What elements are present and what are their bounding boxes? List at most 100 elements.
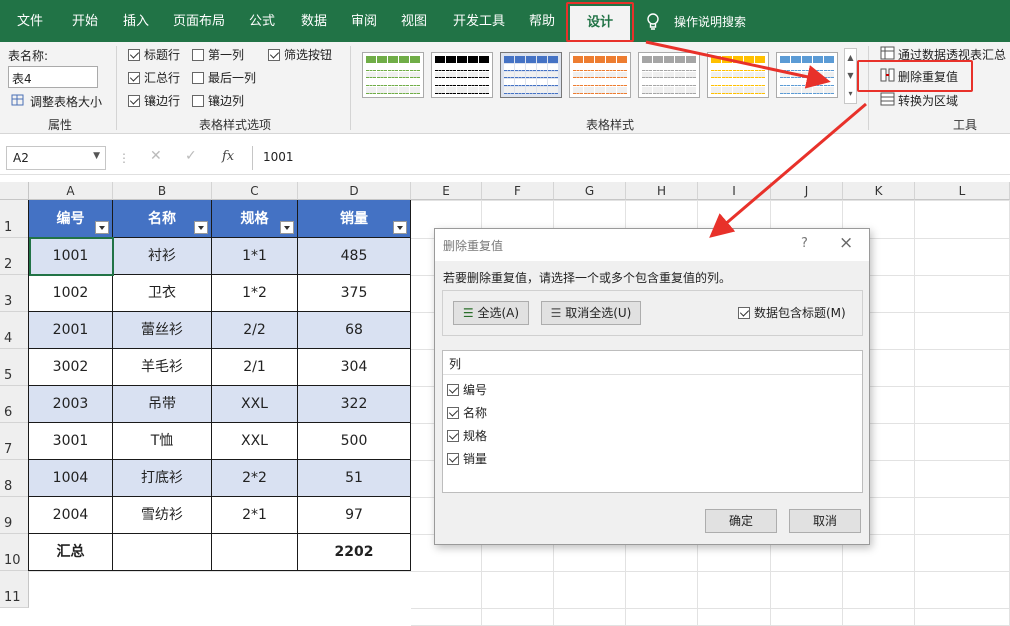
option-total-row[interactable]: 汇总行	[128, 69, 180, 86]
table-header-cell[interactable]: 销量	[298, 200, 411, 238]
unselect-all-button[interactable]: ☰ 取消全选(U)	[541, 301, 641, 325]
option-banded-rows[interactable]: 镶边行	[128, 92, 180, 109]
filter-dropdown-icon[interactable]	[194, 221, 208, 234]
tab-developer[interactable]: 开发工具	[446, 0, 512, 42]
column-header[interactable]: A	[29, 182, 113, 200]
column-header[interactable]: C	[212, 182, 298, 200]
column-checkbox[interactable]	[447, 406, 459, 419]
row-header[interactable]: 10	[0, 534, 29, 571]
tab-home[interactable]: 开始	[62, 0, 108, 42]
gallery-scroll[interactable]: ▲ ▼ ▾	[844, 48, 857, 104]
table-header-cell[interactable]: 规格	[212, 200, 298, 238]
row-header[interactable]: 9	[0, 497, 29, 534]
table-cell[interactable]: 2*1	[212, 497, 298, 534]
table-cell[interactable]: 322	[298, 386, 411, 423]
column-header[interactable]: B	[113, 182, 212, 200]
table-cell[interactable]: 51	[298, 460, 411, 497]
tab-data[interactable]: 数据	[292, 0, 336, 42]
column-header[interactable]: L	[915, 182, 1010, 200]
tab-insert[interactable]: 插入	[114, 0, 158, 42]
column-checkbox[interactable]	[447, 429, 459, 442]
formula-input[interactable]: 1001	[252, 146, 1010, 170]
table-cell[interactable]: 485	[298, 238, 411, 275]
row-header[interactable]: 3	[0, 275, 29, 312]
table-cell[interactable]: 吊带	[113, 386, 212, 423]
table-name-input[interactable]: 表4	[8, 66, 98, 88]
table-cell[interactable]: XXL	[212, 386, 298, 423]
column-header[interactable]: F	[482, 182, 554, 200]
table-style-swatch[interactable]	[431, 52, 493, 98]
table-cell[interactable]: 2001	[29, 312, 113, 349]
table-header-cell[interactable]: 编号	[29, 200, 113, 238]
column-header[interactable]: J	[771, 182, 843, 200]
row-header[interactable]: 1	[0, 200, 29, 238]
table-style-swatch[interactable]	[362, 52, 424, 98]
row-header[interactable]: 6	[0, 386, 29, 423]
option-filter-button[interactable]: 筛选按钮	[268, 46, 332, 63]
tab-formulas[interactable]: 公式	[240, 0, 284, 42]
filter-dropdown-icon[interactable]	[280, 221, 294, 234]
table-cell[interactable]: T恤	[113, 423, 212, 460]
table-cell[interactable]	[212, 534, 298, 571]
column-header[interactable]: G	[554, 182, 626, 200]
row-header[interactable]: 8	[0, 460, 29, 497]
select-all-corner[interactable]	[0, 182, 29, 200]
last-column-checkbox[interactable]	[192, 71, 204, 84]
table-style-swatch[interactable]	[500, 52, 562, 98]
column-checkbox[interactable]	[447, 452, 459, 465]
option-first-column[interactable]: 第一列	[192, 46, 244, 63]
insert-function-icon[interactable]: fx	[222, 149, 234, 164]
table-cell[interactable]: 2004	[29, 497, 113, 534]
column-item[interactable]: 编号	[447, 381, 487, 398]
column-checkbox[interactable]	[447, 383, 459, 396]
option-header-row[interactable]: 标题行	[128, 46, 180, 63]
tab-page-layout[interactable]: 页面布局	[168, 0, 230, 42]
total-label-cell[interactable]: 汇总	[29, 534, 113, 571]
header-row-checkbox[interactable]	[128, 48, 140, 61]
select-all-button[interactable]: ☰ 全选(A)	[453, 301, 529, 325]
table-cell[interactable]: 1002	[29, 275, 113, 312]
has-header-option[interactable]: 数据包含标题(M)	[738, 304, 846, 321]
table-style-swatch[interactable]	[776, 52, 838, 98]
table-style-swatch[interactable]	[707, 52, 769, 98]
tab-view[interactable]: 视图	[392, 0, 436, 42]
banded-rows-checkbox[interactable]	[128, 94, 140, 107]
row-header[interactable]: 2	[0, 238, 29, 275]
table-cell[interactable]: 68	[298, 312, 411, 349]
tell-me-search[interactable]: 操作说明搜索	[668, 0, 752, 42]
name-box[interactable]: A2 ▼	[6, 146, 106, 170]
table-header-cell[interactable]: 名称	[113, 200, 212, 238]
tab-help[interactable]: 帮助	[520, 0, 564, 42]
option-banded-columns[interactable]: 镶边列	[192, 92, 244, 109]
tab-file[interactable]: 文件	[8, 0, 52, 42]
table-cell[interactable]: 2003	[29, 386, 113, 423]
table-cell[interactable]: 2/1	[212, 349, 298, 386]
total-row-checkbox[interactable]	[128, 71, 140, 84]
table-style-swatch[interactable]	[569, 52, 631, 98]
first-column-checkbox[interactable]	[192, 48, 204, 61]
banded-columns-checkbox[interactable]	[192, 94, 204, 107]
table-cell[interactable]: 304	[298, 349, 411, 386]
close-icon[interactable]: ×	[839, 233, 853, 253]
filter-dropdown-icon[interactable]	[95, 221, 109, 234]
table-cell[interactable]: 3001	[29, 423, 113, 460]
help-icon[interactable]: ?	[801, 236, 808, 251]
table-cell[interactable]: 1*1	[212, 238, 298, 275]
total-value-cell[interactable]: 2202	[298, 534, 411, 571]
filter-button-checkbox[interactable]	[268, 48, 280, 61]
option-last-column[interactable]: 最后一列	[192, 69, 256, 86]
row-header[interactable]: 7	[0, 423, 29, 460]
table-cell[interactable]: 500	[298, 423, 411, 460]
row-header[interactable]: 4	[0, 312, 29, 349]
column-header[interactable]: K	[843, 182, 915, 200]
table-cell[interactable]: 卫衣	[113, 275, 212, 312]
table-cell[interactable]: 375	[298, 275, 411, 312]
dropdown-arrow-icon[interactable]: ▼	[93, 151, 100, 161]
table-cell[interactable]: 羊毛衫	[113, 349, 212, 386]
filter-dropdown-icon[interactable]	[393, 221, 407, 234]
column-header[interactable]: E	[411, 182, 482, 200]
table-style-swatch[interactable]	[638, 52, 700, 98]
cancel-icon[interactable]: ✕	[150, 148, 162, 164]
column-item[interactable]: 规格	[447, 427, 487, 444]
row-header[interactable]: 11	[0, 571, 29, 608]
